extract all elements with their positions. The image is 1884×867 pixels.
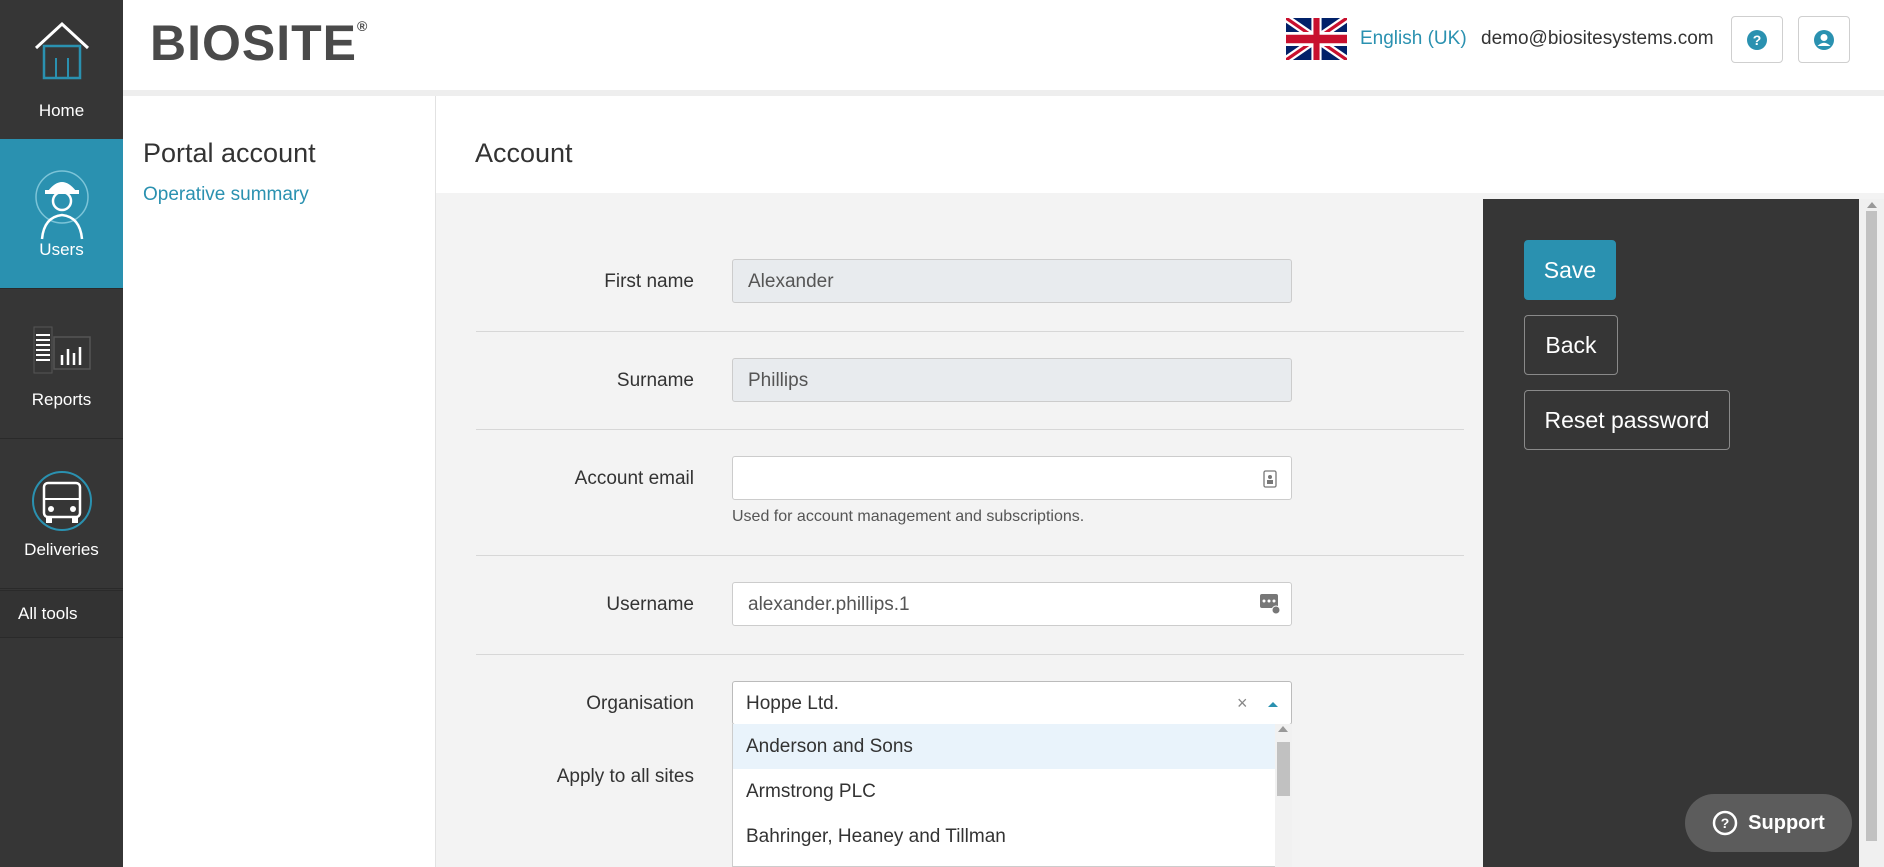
scroll-up-arrow-icon[interactable] — [1278, 726, 1288, 732]
sub-navigation — [123, 96, 436, 867]
language-selector[interactable]: English (UK) — [1360, 28, 1467, 50]
truck-icon — [31, 471, 92, 531]
uk-flag-icon[interactable] — [1286, 18, 1347, 60]
page-scroll-thumb[interactable] — [1866, 211, 1877, 841]
divider — [476, 331, 1464, 332]
question-circle-icon: ? — [1747, 29, 1767, 50]
reset-password-button[interactable]: Reset password — [1524, 390, 1730, 450]
nav-label-deliveries: Deliveries — [24, 540, 99, 559]
username-label: Username — [606, 594, 694, 615]
surname-label: Surname — [616, 370, 694, 391]
user-email: demo@biositesystems.com — [1481, 28, 1714, 49]
account-email-label: Account email — [574, 468, 694, 489]
worker-helmet-icon — [34, 170, 89, 240]
nav-item-home[interactable]: Home — [0, 0, 123, 150]
option-armstrong-plc[interactable]: Armstrong PLC — [733, 769, 1291, 814]
nav-item-reports[interactable]: Reports — [0, 289, 123, 439]
question-circle-icon: ? — [1712, 810, 1738, 836]
nav-item-users[interactable]: Users — [0, 139, 123, 289]
clear-selection-button[interactable]: × — [1237, 693, 1248, 714]
apply-all-sites-label: Apply to all sites — [556, 766, 694, 787]
divider — [476, 555, 1464, 556]
back-button[interactable]: Back — [1524, 315, 1618, 375]
username-field[interactable]: alexander.phillips.1 — [732, 582, 1292, 626]
password-key-icon — [1260, 594, 1281, 615]
first-name-field[interactable]: Alexander — [732, 259, 1292, 303]
help-button[interactable]: ? — [1731, 16, 1783, 63]
nav-item-deliveries[interactable]: Deliveries — [0, 439, 123, 589]
nav-label-home: Home — [38, 101, 85, 120]
svg-text:?: ? — [1753, 32, 1762, 48]
user-circle-icon — [1814, 29, 1834, 50]
account-email-field[interactable] — [732, 456, 1292, 500]
registered-mark: ® — [357, 18, 369, 34]
dropdown-scroll-thumb[interactable] — [1277, 742, 1290, 796]
page-scrollbar[interactable] — [1859, 199, 1884, 867]
dropdown-scrollbar[interactable] — [1275, 724, 1292, 867]
biosite-logo: BIOSITE® — [150, 14, 368, 72]
organisation-label: Organisation — [586, 693, 694, 714]
svg-text:?: ? — [1721, 815, 1730, 831]
divider — [476, 429, 1464, 430]
account-email-help: Used for account management and subscrip… — [732, 508, 1085, 525]
organisation-select[interactable]: Hoppe Ltd. — [732, 681, 1292, 725]
page-title: Account — [475, 138, 573, 168]
support-button[interactable]: ? Support — [1685, 794, 1852, 852]
all-tools-link[interactable]: All tools — [0, 590, 123, 638]
operative-summary-link[interactable]: Operative summary — [143, 184, 309, 206]
subnav-title: Portal account — [143, 138, 316, 168]
first-name-label: First name — [604, 271, 694, 292]
report-chart-icon — [33, 326, 91, 374]
logo-text: BIOSITE — [150, 15, 358, 71]
left-navigation: Home Users Reports Deliveries All tools — [0, 0, 123, 867]
page-scroll-up-icon[interactable] — [1867, 202, 1877, 208]
page-title-band — [436, 96, 1884, 193]
organisation-options-list[interactable]: Anderson and Sons Armstrong PLC Bahringe… — [732, 724, 1292, 867]
surname-field[interactable]: Phillips — [732, 358, 1292, 402]
support-label: Support — [1748, 811, 1825, 834]
nav-label-users: Users — [39, 240, 84, 259]
divider — [476, 654, 1464, 655]
house-icon — [34, 21, 89, 80]
account-button[interactable] — [1798, 16, 1850, 63]
option-anderson-and-sons[interactable]: Anderson and Sons — [733, 724, 1291, 769]
chevron-up-icon[interactable] — [1267, 700, 1279, 708]
option-bahringer-heaney-tillman[interactable]: Bahringer, Heaney and Tillman — [733, 814, 1291, 859]
contact-card-icon — [1263, 470, 1277, 488]
save-button[interactable]: Save — [1524, 240, 1616, 300]
nav-label-reports: Reports — [31, 390, 92, 409]
